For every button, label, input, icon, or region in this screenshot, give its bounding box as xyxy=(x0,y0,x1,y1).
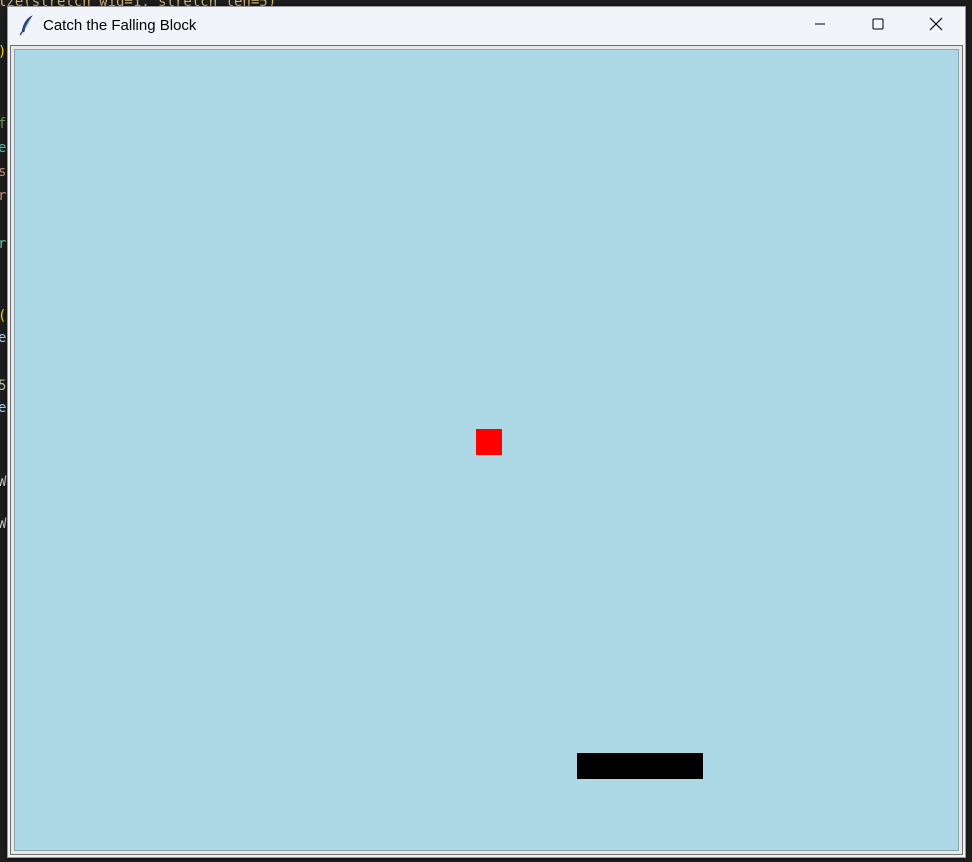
background-code-fragment: W xyxy=(0,474,7,490)
canvas-frame xyxy=(10,45,963,855)
background-code-fragment: 5 xyxy=(0,378,7,394)
game-canvas[interactable] xyxy=(14,49,959,851)
background-code-fragment: e xyxy=(0,400,7,416)
background-code-fragment: ) xyxy=(0,44,6,60)
player-paddle[interactable] xyxy=(577,753,703,779)
background-code-fragment: e xyxy=(0,330,7,346)
close-button[interactable] xyxy=(907,7,965,45)
background-code-fragment: s xyxy=(0,164,7,180)
background-code-fragment: r xyxy=(0,236,7,252)
background-code-fragment: r xyxy=(0,188,7,204)
minimize-icon xyxy=(814,17,826,35)
minimize-button[interactable] xyxy=(791,7,849,45)
title-bar[interactable]: Catch the Falling Block xyxy=(8,7,965,45)
background-code-fragment: ( xyxy=(0,308,6,324)
background-code-fragment: f xyxy=(0,116,7,132)
app-window: Catch the Falling Block xyxy=(7,6,966,858)
background-code-fragment: W xyxy=(0,516,7,532)
background-code-fragment: e xyxy=(0,140,7,156)
feather-icon xyxy=(19,15,35,36)
maximize-button[interactable] xyxy=(849,7,907,45)
window-title: Catch the Falling Block xyxy=(43,17,197,34)
maximize-icon xyxy=(872,17,884,35)
falling-block xyxy=(476,429,502,455)
close-icon xyxy=(929,17,943,36)
